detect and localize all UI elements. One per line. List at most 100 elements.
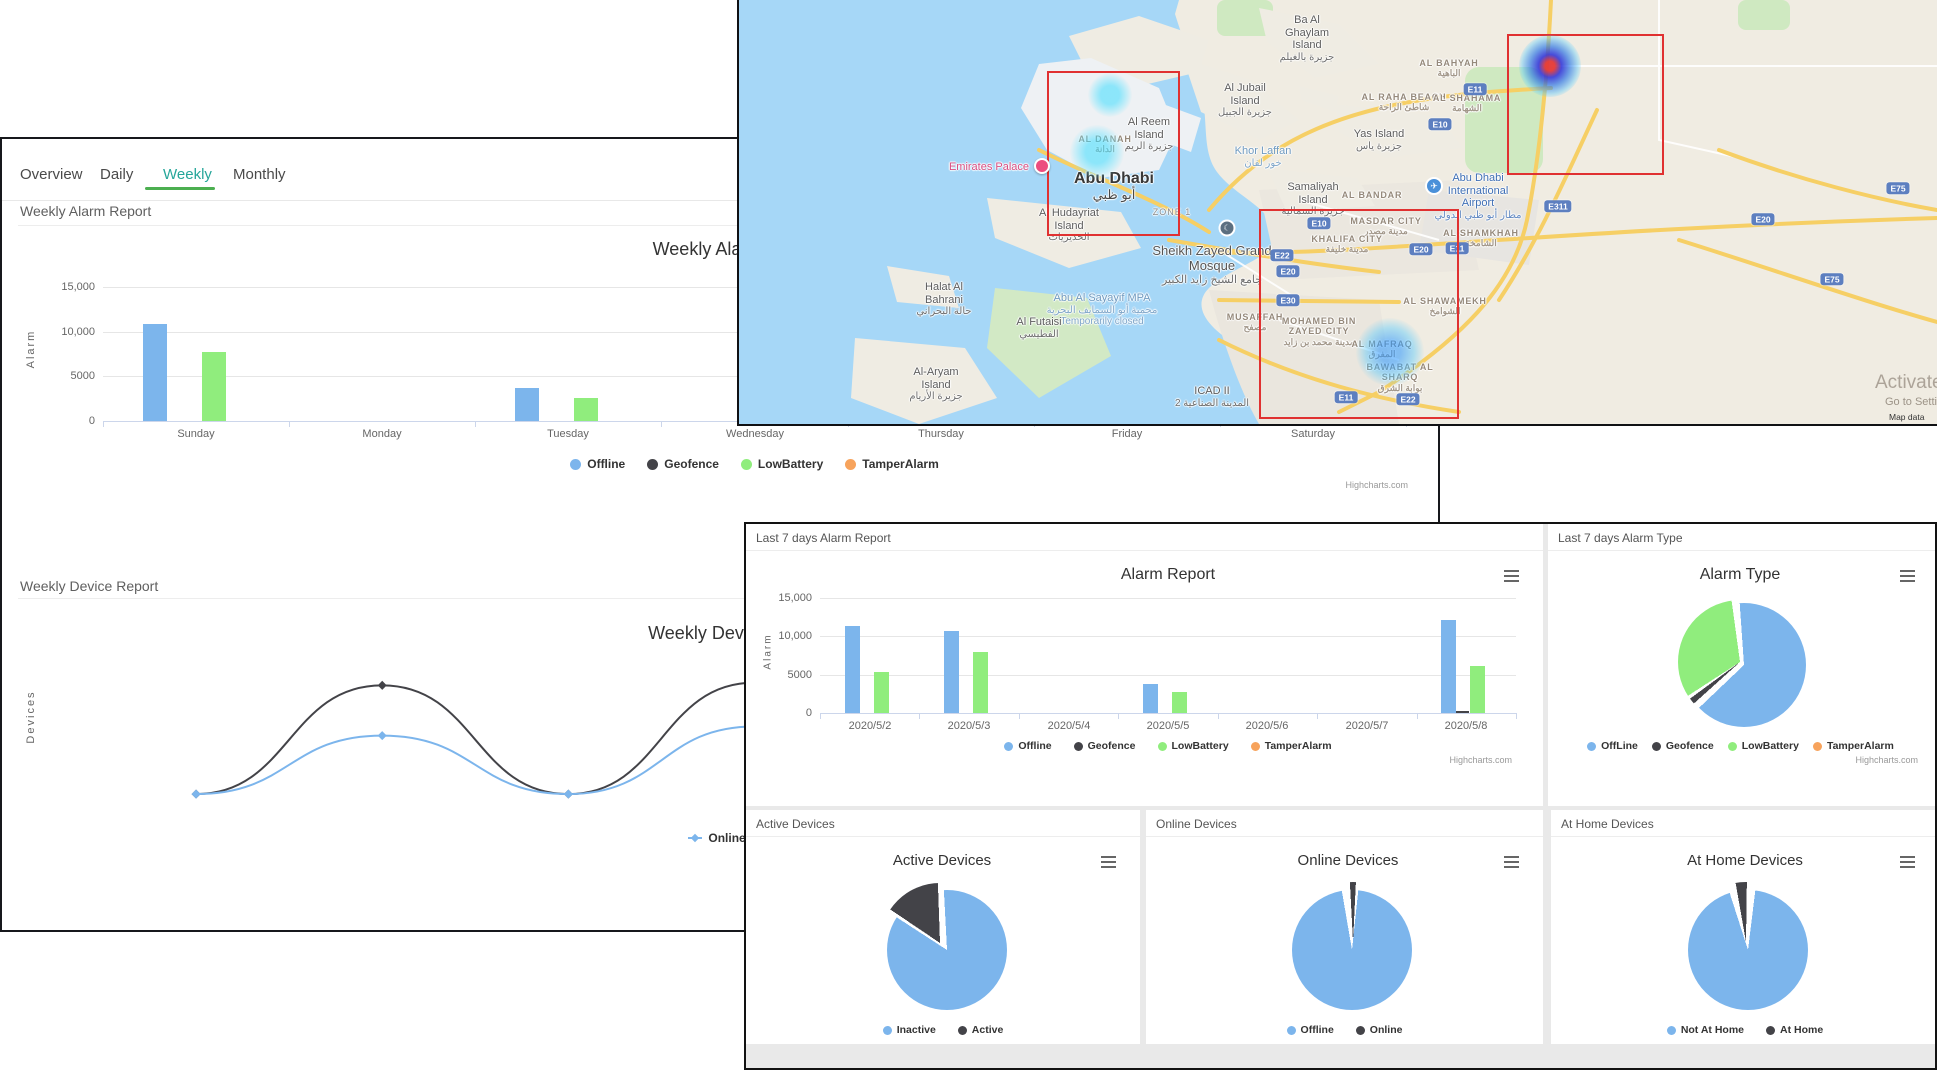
- activate-watermark: Activate: [1875, 372, 1937, 394]
- legend-dot: [1728, 742, 1737, 751]
- y-axis-tick-label: 0: [35, 415, 95, 427]
- legend-dot: [845, 459, 856, 470]
- legend-item-inactive[interactable]: Inactive: [883, 1024, 936, 1036]
- legend-line-marker: [688, 837, 702, 839]
- x-axis-label: Thursday: [918, 428, 964, 440]
- map-label-arabic: المدينة الصناعية 2: [1174, 398, 1250, 410]
- legend-item-offline[interactable]: Offline: [1287, 1024, 1334, 1036]
- map-label-text: Yas Island: [1354, 128, 1405, 140]
- legend-label: TamperAlarm: [1827, 740, 1894, 752]
- x-axis-tick: [661, 421, 662, 427]
- legend-item-not-at-home[interactable]: Not At Home: [1667, 1024, 1744, 1036]
- legend-label: LowBattery: [1742, 740, 1799, 752]
- x-axis-tick: [1019, 713, 1020, 719]
- legend-dot: [958, 1026, 967, 1035]
- legend-dot: [647, 459, 658, 470]
- map-label-halat-al-bahrani: Halat Al Bahraniحالة البحراني: [912, 281, 976, 318]
- panel-last7-alarm-report: Last 7 days Alarm Report Alarm Report Al…: [746, 524, 1543, 806]
- bar-lowbattery: [202, 352, 226, 421]
- legend-label: LowBattery: [1172, 740, 1229, 752]
- x-axis-label: 2020/5/8: [1445, 720, 1488, 732]
- map-label-arabic: جامع الشيخ زايد الكبير: [1152, 274, 1272, 287]
- data-point-marker: [378, 731, 387, 740]
- highcharts-credit-link[interactable]: Highcharts.com: [1848, 755, 1918, 765]
- legend-dot: [741, 459, 752, 470]
- map-label-sheikh-zayed-grand-mosque: Sheikh Zayed Grand Mosqueجامع الشيخ زايد…: [1152, 244, 1272, 287]
- x-axis-tick: [1317, 713, 1318, 719]
- x-axis-tick: [103, 421, 104, 427]
- legend-dot: [570, 459, 581, 470]
- y-axis-tick-label: 15,000: [35, 281, 95, 293]
- active-devices-pie-chart: [746, 810, 1140, 1044]
- gridline: [820, 675, 1516, 676]
- legend-item-tamperalarm[interactable]: TamperAlarm: [845, 457, 938, 471]
- legend-item-lowbattery[interactable]: LowBattery: [741, 457, 823, 471]
- x-axis-tick: [919, 713, 920, 719]
- alarm-type-legend: OffLine Geofence LowBattery TamperAlarm: [1548, 740, 1933, 752]
- x-axis-tick: [475, 421, 476, 427]
- alert-region-rectangle: [1259, 209, 1459, 419]
- y-axis-tick-label: 5000: [35, 370, 95, 382]
- legend-item-online[interactable]: Online: [1356, 1024, 1403, 1036]
- legend-label: Online: [708, 831, 745, 845]
- legend-item-tamperalarm[interactable]: TamperAlarm: [1251, 740, 1332, 752]
- panel-at-home-devices: At Home Devices At Home Devices Not At H…: [1551, 810, 1937, 1044]
- y-axis-tick-label: 10,000: [35, 326, 95, 338]
- legend-item-offline[interactable]: Offline: [570, 457, 625, 471]
- legend-label: Inactive: [897, 1024, 936, 1036]
- hotel-icon[interactable]: [1034, 158, 1050, 174]
- legend-item-lowbattery[interactable]: LowBattery: [1728, 740, 1799, 752]
- legend-item-lowbattery[interactable]: LowBattery: [1158, 740, 1229, 752]
- legend-item-geofence[interactable]: Geofence: [647, 457, 719, 471]
- legend-label: LowBattery: [758, 457, 823, 471]
- airport-icon[interactable]: ✈: [1425, 177, 1443, 195]
- y-axis-tick-label: 15,000: [752, 592, 812, 604]
- x-axis-label: Saturday: [1291, 428, 1335, 440]
- road-badge-e11: E11: [1464, 83, 1487, 95]
- legend-item-offline[interactable]: Offline: [1004, 740, 1051, 752]
- x-axis-label: Sunday: [177, 428, 214, 440]
- map-label-arabic: جزيرة بالغيلم: [1274, 52, 1340, 64]
- at-home-devices-legend: Not At Home At Home: [1551, 1024, 1937, 1036]
- map-label-icad-ii: ICAD IIالمدينة الصناعية 2: [1174, 385, 1250, 409]
- legend-item-geofence[interactable]: Geofence: [1074, 740, 1136, 752]
- pie-slice-at-home: [1686, 882, 1806, 1002]
- legend-label: At Home: [1780, 1024, 1823, 1036]
- legend-dot: [1652, 742, 1661, 751]
- map-label-arabic: الباهية: [1419, 68, 1478, 78]
- map-label-arabic: جزيرة ياس: [1339, 141, 1419, 153]
- legend-item-at-home[interactable]: At Home: [1766, 1024, 1823, 1036]
- x-axis-tick: [1516, 713, 1517, 719]
- legend-label: TamperAlarm: [862, 457, 938, 471]
- legend-dot: [1158, 742, 1167, 751]
- map-label-al-jubail-island: Al Jubail Islandجزيرة الجبيل: [1215, 82, 1275, 119]
- map-label-text: Abu Dhabi International Airport: [1448, 172, 1509, 209]
- road-badge-e311: E311: [1544, 200, 1571, 212]
- x-axis-tick: [820, 713, 821, 719]
- legend-item-active[interactable]: Active: [958, 1024, 1004, 1036]
- map-label-text: Al-Aryam Island: [913, 366, 958, 391]
- legend-item-offline[interactable]: OffLine: [1587, 740, 1638, 752]
- y-axis-tick-label: 0: [752, 707, 812, 719]
- x-axis-label: Tuesday: [547, 428, 589, 440]
- legend-item-geofence[interactable]: Geofence: [1652, 740, 1714, 752]
- legend-item-online[interactable]: Online: [688, 831, 745, 845]
- alarm-report-chart: 0500010,00015,0002020/5/22020/5/32020/5/…: [746, 524, 1543, 806]
- road-badge-e20: E20: [1751, 213, 1774, 225]
- alarm-report-legend: Offline Geofence LowBattery TamperAlarm: [820, 740, 1516, 752]
- legend-dot: [1813, 742, 1822, 751]
- legend-label: Geofence: [1666, 740, 1714, 752]
- legend-item-tamperalarm[interactable]: TamperAlarm: [1813, 740, 1894, 752]
- map-label-text: Khor Laffan: [1235, 145, 1292, 157]
- legend-dot: [1667, 1026, 1676, 1035]
- map-label-arabic: جزيرة الأريام: [904, 391, 968, 403]
- map-label-al-shahama: AL SHAHAMAالشهامة: [1433, 93, 1501, 114]
- panel-last7-alarm-type: Last 7 days Alarm Type Alarm Type OffLin…: [1548, 524, 1937, 806]
- legend-label: Active: [972, 1024, 1004, 1036]
- watermark-settings-line: Go to Setti: [1885, 396, 1937, 408]
- highcharts-credit-link[interactable]: Highcharts.com: [1342, 480, 1408, 490]
- map-label-text: Ba Al Ghaylam Island: [1285, 14, 1329, 51]
- map-label-al-bandar: AL BANDAR: [1342, 190, 1403, 200]
- highcharts-credit-link[interactable]: Highcharts.com: [1436, 755, 1512, 765]
- mosque-icon[interactable]: ☾: [1219, 220, 1236, 237]
